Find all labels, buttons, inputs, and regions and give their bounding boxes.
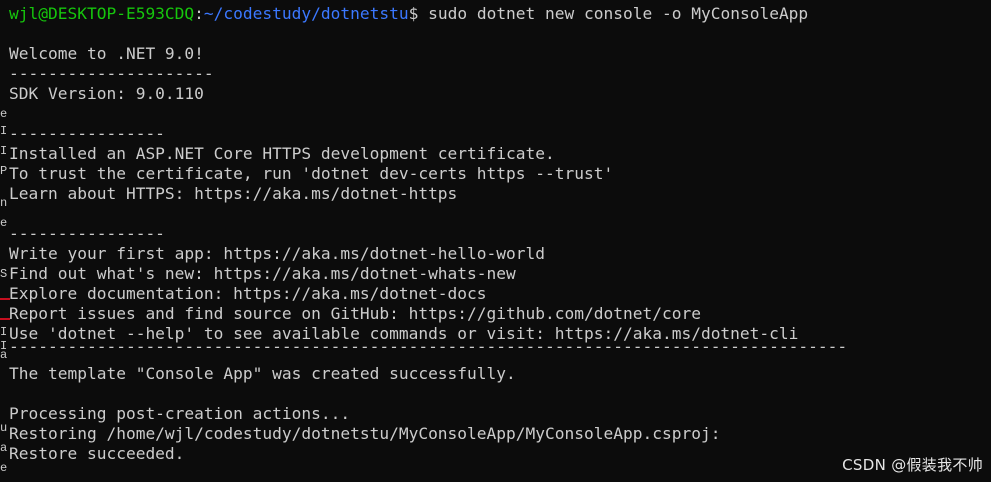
background-window-fragment: S <box>0 267 8 281</box>
output-line-restore-succeeded: Restore succeeded. <box>9 444 185 463</box>
background-window-fragment: I <box>0 144 8 158</box>
output-line-whats-new: Find out what's new: https://aka.ms/dotn… <box>9 264 516 283</box>
background-window-fragment: e <box>0 216 8 230</box>
background-window-fragment: u <box>0 421 8 435</box>
output-line-report-issues: Report issues and find source on GitHub:… <box>9 304 701 323</box>
csdn-watermark: CSDN @假装我不帅 <box>842 456 983 474</box>
prompt-symbol: $ <box>408 4 429 23</box>
output-line-long-separator: ----------------------------------------… <box>9 337 848 356</box>
output-line-separator: ---------------- <box>9 224 165 243</box>
background-window-fragment: a <box>0 441 8 455</box>
background-window-fragment: e <box>0 461 8 475</box>
output-line-separator: --------------------- <box>9 64 214 83</box>
output-line-separator: ---------------- <box>9 124 165 143</box>
output-line-docs: Explore documentation: https://aka.ms/do… <box>9 284 487 303</box>
command-prompt-line: wjl@DESKTOP-E593CDQ:~/codestudy/dotnetst… <box>9 4 808 24</box>
background-window-marker <box>0 298 10 300</box>
output-line-restoring: Restoring /home/wjl/codestudy/dotnetstu/… <box>9 424 721 443</box>
output-line-welcome: Welcome to .NET 9.0! <box>9 44 204 63</box>
output-line-sdk-version: SDK Version: 9.0.110 <box>9 84 204 103</box>
background-window-fragment: n <box>0 196 8 210</box>
background-window-marker <box>0 318 10 320</box>
background-window-fragment: P <box>0 164 8 178</box>
output-line-trust: To trust the certificate, run 'dotnet de… <box>9 164 614 183</box>
output-line-template-created: The template "Console App" was created s… <box>9 364 516 383</box>
terminal-window[interactable]: wjl@DESKTOP-E593CDQ:~/codestudy/dotnetst… <box>0 0 991 482</box>
output-line-first-app: Write your first app: https://aka.ms/dot… <box>9 244 546 263</box>
output-line-certificate: Installed an ASP.NET Core HTTPS developm… <box>9 144 555 163</box>
prompt-path: ~/codestudy/dotnetstu <box>203 4 409 23</box>
output-line-post-creation: Processing post-creation actions... <box>9 404 351 423</box>
background-window-fragment: a <box>0 348 8 362</box>
output-line-https-link: Learn about HTTPS: https://aka.ms/dotnet… <box>9 184 458 203</box>
prompt-separator: : <box>194 4 204 23</box>
command-text: sudo dotnet new console -o MyConsoleApp <box>428 4 809 23</box>
prompt-user-host: wjl@DESKTOP-E593CDQ <box>9 4 195 23</box>
background-window-fragment: I <box>0 124 8 138</box>
